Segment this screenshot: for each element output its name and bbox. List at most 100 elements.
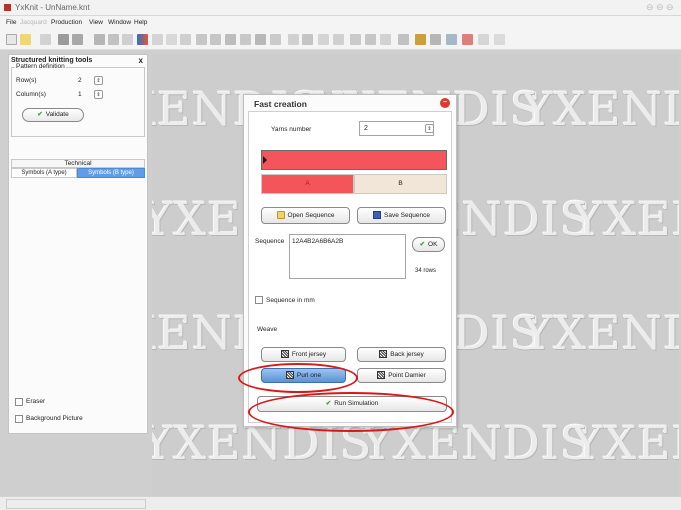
check-icon: ✔ — [419, 241, 426, 248]
sequence-in-mm-checkbox[interactable] — [255, 296, 263, 304]
yarns-spinner-icon[interactable]: ⇕ — [425, 124, 434, 133]
fill-icon[interactable] — [196, 34, 207, 45]
menu-window[interactable]: Window — [108, 19, 131, 26]
watermark: YXENDIS — [522, 306, 679, 360]
preview-marker-icon — [263, 156, 267, 164]
curve-icon[interactable] — [180, 34, 191, 45]
point-damier-label: Point Damier — [388, 372, 426, 379]
yarns-number-field[interactable]: 2 ⇕ — [359, 121, 434, 136]
front-jersey-icon — [280, 350, 289, 359]
dialog-title: Fast creation — [254, 99, 307, 109]
technical-header[interactable]: Technical — [11, 159, 145, 168]
pattern-c-icon[interactable] — [350, 34, 361, 45]
validate-label: Validate — [45, 111, 69, 118]
yarn-preview-bar[interactable] — [261, 150, 447, 170]
ok-button[interactable]: ✔ OK — [412, 237, 445, 252]
minimize-icon[interactable]: ⊖ — [646, 2, 654, 13]
menu-help[interactable]: Help — [134, 19, 147, 26]
pattern-definition-legend: Pattern definition — [15, 63, 66, 70]
yarn-a-swatch[interactable]: A — [261, 174, 354, 194]
watermark: YXENDIS — [572, 192, 679, 246]
layers-icon[interactable] — [122, 34, 133, 45]
crop-icon[interactable] — [270, 34, 281, 45]
point-damier-icon — [377, 371, 386, 380]
open-sequence-label: Open Sequence — [287, 212, 335, 219]
front-jersey-label: Front jersey — [291, 351, 327, 358]
flag-icon[interactable] — [462, 34, 473, 45]
back-jersey-button[interactable]: Back jersey — [357, 347, 446, 362]
background-picture-label: Background Picture — [26, 415, 83, 422]
save-sequence-button[interactable]: Save Sequence — [357, 207, 446, 224]
front-jersey-button[interactable]: Front jersey — [261, 347, 346, 362]
tools-icon[interactable] — [415, 34, 426, 45]
sequence-field[interactable]: 12A4B2A6B6A2B — [289, 234, 406, 279]
menu-file[interactable]: File — [6, 19, 16, 26]
menu-production[interactable]: Production — [51, 19, 82, 26]
sequence-in-mm-label: Sequence in mm — [266, 297, 315, 304]
picker-icon[interactable] — [288, 34, 299, 45]
menu-jacquard[interactable]: Jacquard — [20, 19, 47, 26]
sequence-label: Sequence — [255, 238, 285, 245]
dialog-close-icon[interactable]: − — [440, 98, 450, 108]
eraser-label: Eraser — [26, 398, 46, 405]
restore-icon[interactable]: ⊖ — [656, 2, 664, 13]
rows-value[interactable]: 2 — [78, 77, 92, 84]
close-icon[interactable]: ⊖ — [666, 2, 674, 13]
sequence-value: 12A4B2A6B6A2B — [292, 238, 344, 245]
frame-icon[interactable] — [240, 34, 251, 45]
transform-icon[interactable] — [225, 34, 236, 45]
color-bar-icon[interactable] — [137, 34, 148, 45]
pattern-d-icon[interactable] — [365, 34, 376, 45]
menu-view[interactable]: View — [89, 19, 103, 26]
background-picture-checkbox[interactable] — [15, 415, 23, 423]
save-icon[interactable] — [40, 34, 51, 45]
panel-close-icon[interactable]: x — [139, 56, 143, 65]
zoom-icon[interactable] — [302, 34, 313, 45]
pencil-icon[interactable] — [152, 34, 163, 45]
annotation-circle-run-simulation — [248, 392, 454, 432]
pattern-e-icon[interactable] — [380, 34, 391, 45]
binoculars-icon[interactable] — [58, 34, 69, 45]
pattern-a-icon[interactable] — [318, 34, 329, 45]
validate-button[interactable]: ✔ Validate — [22, 108, 84, 122]
point-damier-button[interactable]: Point Damier — [357, 368, 446, 383]
monitor-icon[interactable] — [430, 34, 441, 45]
open-folder-icon — [276, 211, 285, 220]
yarns-number-value: 2 — [364, 125, 368, 132]
app-icon — [4, 4, 11, 11]
layout-icon[interactable] — [478, 34, 489, 45]
line-icon[interactable] — [166, 34, 177, 45]
toolbar — [0, 30, 681, 50]
columns-value[interactable]: 1 — [78, 91, 92, 98]
chart-icon[interactable] — [446, 34, 457, 45]
tab-symbols-a[interactable]: Symbols (A type) — [11, 168, 77, 178]
mirror-icon[interactable] — [255, 34, 266, 45]
save-disk-icon — [373, 211, 382, 220]
select-icon[interactable] — [210, 34, 221, 45]
open-folder-icon[interactable] — [20, 34, 31, 45]
find-next-icon[interactable] — [72, 34, 83, 45]
columns-spinner-icon[interactable]: ⇕ — [94, 90, 103, 99]
rows-spinner-icon[interactable]: ⇕ — [94, 76, 103, 85]
wand-icon[interactable] — [398, 34, 409, 45]
ok-label: OK — [428, 241, 438, 248]
window-icon[interactable] — [494, 34, 505, 45]
yarns-number-label: Yarns number — [271, 126, 312, 133]
open-sequence-button[interactable]: Open Sequence — [261, 207, 350, 224]
pattern-b-icon[interactable] — [333, 34, 344, 45]
properties-icon[interactable] — [108, 34, 119, 45]
yarn-b-swatch[interactable]: B — [354, 174, 447, 194]
new-file-icon[interactable] — [6, 34, 17, 45]
menu-bar: File Jacquard Production View Window Hel… — [0, 16, 681, 30]
rows-count: 34 rows — [415, 268, 437, 274]
columns-label: Column(s) — [16, 91, 46, 98]
back-jersey-label: Back jersey — [390, 351, 424, 358]
watermark: YXENDIS — [522, 82, 679, 136]
grid-icon[interactable] — [94, 34, 105, 45]
status-bar — [0, 496, 681, 510]
eraser-checkbox[interactable] — [15, 398, 23, 406]
tab-symbols-b[interactable]: Symbols (B type) — [77, 168, 145, 178]
window-title: YxKnit - UnName.knt — [15, 3, 90, 12]
status-segment — [6, 499, 146, 509]
title-bar: YxKnit - UnName.knt ⊖ ⊖ ⊖ — [0, 0, 681, 16]
